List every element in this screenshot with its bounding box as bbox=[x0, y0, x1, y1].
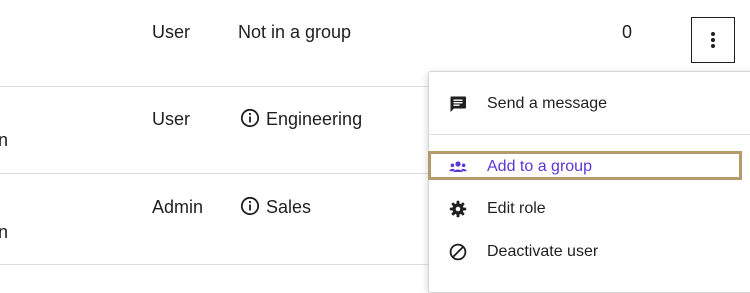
menu-item-label: Edit role bbox=[487, 200, 546, 217]
more-vertical-icon bbox=[711, 32, 715, 48]
menu-item-label: Send a message bbox=[487, 95, 608, 112]
gear-icon bbox=[449, 200, 467, 218]
name-cell-fragment: n bbox=[0, 130, 9, 150]
menu-item-label: Add to a group bbox=[487, 158, 592, 175]
more-options-button[interactable] bbox=[691, 17, 735, 63]
group-cell: Engineering bbox=[240, 108, 362, 130]
group-cell: Not in a group bbox=[238, 22, 352, 42]
group-icon bbox=[449, 161, 467, 172]
block-icon bbox=[449, 243, 467, 261]
menu-item-label: Deactivate user bbox=[487, 243, 599, 260]
role-cell: User bbox=[152, 109, 191, 129]
info-icon bbox=[240, 196, 260, 216]
menu-item-edit-role[interactable]: Edit role bbox=[429, 189, 750, 229]
count-cell: 0 bbox=[622, 22, 633, 42]
row-actions-menu: Send a message Add to a group Edit role … bbox=[428, 71, 750, 293]
menu-item-add-to-group[interactable]: Add to a group bbox=[429, 147, 750, 187]
group-cell: Sales bbox=[240, 196, 311, 218]
menu-item-deactivate-user[interactable]: Deactivate user bbox=[429, 232, 750, 272]
menu-item-send-message[interactable]: Send a message bbox=[429, 84, 750, 124]
group-label: Sales bbox=[266, 197, 312, 217]
group-label: Engineering bbox=[266, 109, 363, 129]
info-icon bbox=[240, 108, 260, 128]
role-cell: User bbox=[152, 22, 191, 42]
role-cell: Admin bbox=[152, 197, 204, 217]
menu-divider bbox=[429, 134, 750, 135]
name-cell-fragment: n bbox=[0, 222, 9, 242]
message-icon bbox=[450, 96, 466, 112]
